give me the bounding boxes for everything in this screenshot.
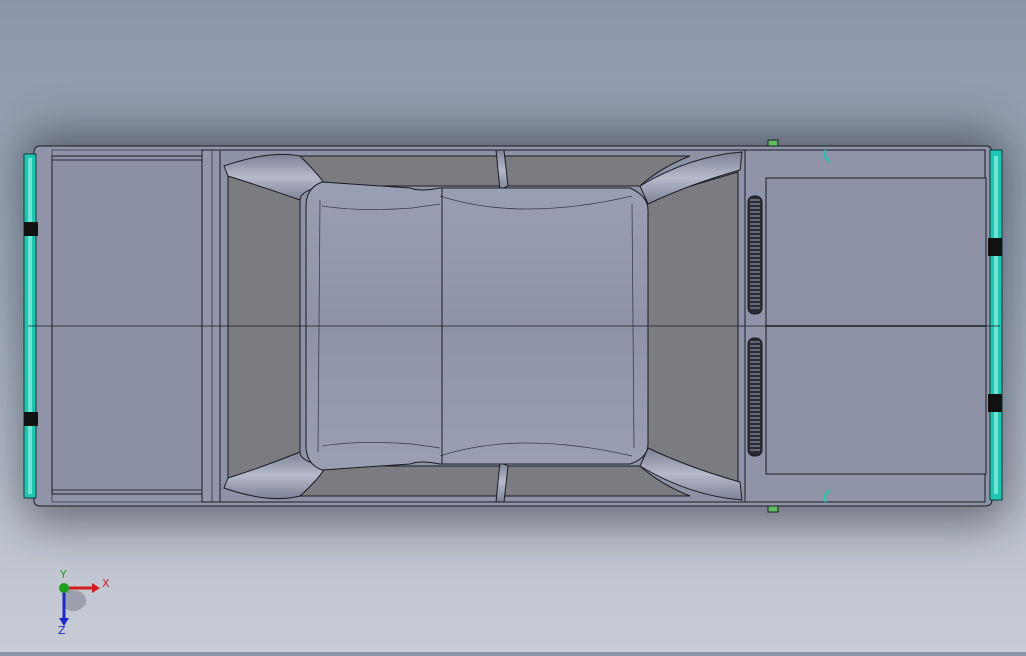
triad-shadow-icon	[64, 589, 87, 612]
front-lights	[988, 149, 1003, 501]
x-axis-label: X	[102, 577, 110, 590]
coordinate-triad[interactable]: X Y Z	[40, 568, 130, 638]
car-model-top-view[interactable]	[0, 0, 1026, 652]
z-axis-label: Z	[58, 624, 66, 637]
graphics-viewport[interactable]: X Y Z	[0, 0, 1026, 652]
y-axis-label: Y	[59, 568, 67, 581]
y-axis-icon	[59, 583, 69, 593]
